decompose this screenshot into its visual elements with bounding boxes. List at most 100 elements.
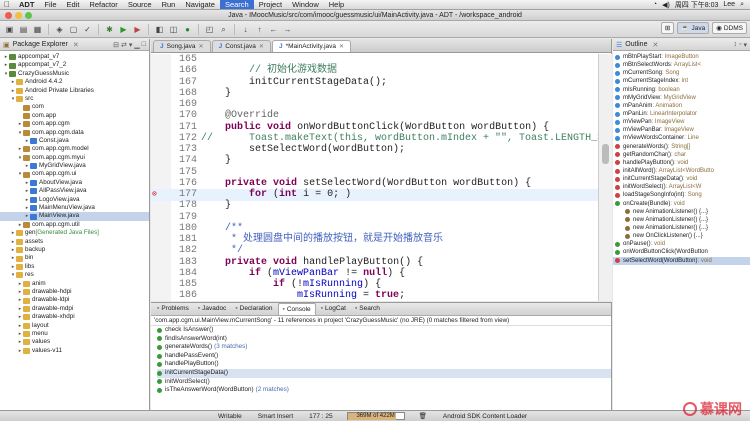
editor-body[interactable]: 165 166 // 初始化游戏数据 167 initCurrentStageDat… [151,54,612,301]
tree-item[interactable]: ▸ MainView.java [0,212,149,221]
gc-icon[interactable]: 🗑 [411,412,435,420]
outline-item[interactable]: mViewPanBar : ImageView [613,126,750,134]
tree-item[interactable]: ▾ com.app.cgm.ui [0,170,149,178]
menu-item-file[interactable]: File [39,0,61,9]
tree-item[interactable]: ▾ res [0,271,149,279]
search-result-item[interactable]: initCurrentStageData() [157,368,611,378]
outline-item[interactable]: initCurrentStageData() : void [613,175,750,183]
new-package-icon[interactable]: ◫ [168,24,179,35]
package-explorer-tab[interactable]: ▣ Package Explorer ✕ ⊟ ⇄ ▾ ▁ □ [0,39,149,51]
outline-item[interactable]: mViewWordsContainer : Line [613,134,750,142]
tree-item[interactable]: ▸ MainMenuView.java [0,204,149,212]
editor-scrollbar[interactable] [598,54,612,301]
search-result-item[interactable]: isTheAnswerWord(WordButton) (2 matches) [157,386,611,395]
outline-item[interactable]: mCurrentStageIndex : int [613,77,750,85]
outline-item[interactable]: new AnimationListener() {...} [613,224,750,232]
perspective-java[interactable]: ☕ Java [677,22,710,34]
heap-status[interactable]: 369M of 422M [346,412,405,420]
outline-item[interactable]: mCurrentSong : Song [613,69,750,77]
search-result-item[interactable]: handlePassEvent() [157,352,611,361]
outline-item[interactable]: onPause() : void [613,240,750,248]
tree-item[interactable]: ▾ src [0,95,149,103]
new-icon[interactable]: ▣ [4,24,15,35]
code-line[interactable]: 174 } [151,155,598,167]
tree-item[interactable]: ▸ bin [0,254,149,262]
sdk-manager-icon[interactable]: ◈ [54,24,65,35]
code-line[interactable]: 176 private void setSelectWord(WordButto… [151,178,598,190]
tree-item[interactable]: ▸ libs [0,263,149,271]
tree-item[interactable]: ▸ drawable-mdpi [0,305,149,313]
close-icon[interactable]: ✕ [73,41,79,49]
search-result-item[interactable]: generateWords() (3 matches) [157,343,611,352]
tree-item[interactable]: ▸ com.app.cgm.util [0,221,149,229]
tree-item[interactable]: ▸ menu [0,330,149,338]
outline-item[interactable]: onWordButtonClick(WordButton [613,248,750,256]
outline-item[interactable]: getRandomChar() : char [613,151,750,159]
outline-item[interactable]: mPanAnim : Animation [613,102,750,110]
bottom-tab-logcat[interactable]: ▪ LogCat [317,303,350,315]
tree-item[interactable]: ▸ Android 4.4.2 [0,78,149,86]
code-line[interactable]: 184 if (mViewPanBar != null) { [151,268,598,280]
tree-item[interactable]: ▸ drawable-hdpi [0,288,149,296]
perspective-ddms[interactable]: ◉ DDMS [712,22,747,34]
menu-item-window[interactable]: Window [287,0,324,9]
tree-item[interactable]: ▸ AboutView.java [0,179,149,187]
apple-icon[interactable]:  [4,0,14,9]
code-line[interactable]: 182 */ [151,245,598,257]
hide-fields-icon[interactable]: ◦ [739,41,741,49]
tree-item[interactable]: ▸ Const.java [0,137,149,145]
volume-icon[interactable]: ◀) [662,1,670,9]
code-line[interactable]: 171 public void onWordButtonClick(WordBu… [151,122,598,134]
outline-item[interactable]: onCreate(Bundle) : void [613,200,750,208]
tree-item[interactable]: ▸ drawable-ldpi [0,296,149,304]
outline-item[interactable]: setSelectWord(WordButton) : void [613,256,750,265]
search-icon[interactable]: ⌕ [218,24,229,35]
code-line[interactable]: 175 [151,167,598,179]
tree-item[interactable]: ▸ layout [0,322,149,330]
scrollbar-thumb[interactable] [602,144,609,164]
run-icon[interactable]: ▶ [118,24,129,35]
outline-item[interactable]: mViewPan : ImageView [613,118,750,126]
bottom-tab-problems[interactable]: ▪ Problems [153,303,193,315]
back-icon[interactable]: ← [268,24,279,35]
editor-tab[interactable]: J *MainActivity.java ✕ [271,40,352,52]
code-line[interactable]: 168 } [151,88,598,100]
code-line[interactable]: 166 // 初始化游戏数据 [151,65,598,77]
tree-item[interactable]: ▸ LogoView.java [0,196,149,204]
tree-item[interactable]: ▸ com.app.cgm [0,120,149,128]
menu-item-project[interactable]: Project [254,0,287,9]
close-tab-icon[interactable]: ✕ [259,41,264,53]
bottom-tab-declaration[interactable]: ▪ Declaration [231,303,276,315]
outline-item[interactable]: generateWords() : String[] [613,143,750,151]
avd-manager-icon[interactable]: ▢ [68,24,79,35]
new-java-project-icon[interactable]: ◧ [154,24,165,35]
zoom-window-icon[interactable] [25,12,32,19]
tree-item[interactable]: ▸ backup [0,246,149,254]
tree-item[interactable]: com.app [0,112,149,120]
open-type-icon[interactable]: ◰ [204,24,215,35]
tree-item[interactable]: ▸ anim [0,280,149,288]
menu-app[interactable]: ADT [14,0,39,9]
tree-item[interactable]: ▾ com.app.cgm.data [0,129,149,137]
code-line[interactable]: 180 /** [151,223,598,235]
menu-item-run[interactable]: Run [157,0,181,9]
save-icon[interactable]: ▤ [18,24,29,35]
outline-item[interactable]: new AnimationListener() {...} [613,216,750,224]
code-line[interactable]: 186 mIsRunning = true; [151,290,598,301]
external-tools-icon[interactable]: ▶ [132,24,143,35]
outline-item[interactable]: mPanLin : LinearInterpolator [613,110,750,118]
tree-item[interactable]: ▸ appcompat_v7 [0,53,149,61]
error-marker-icon[interactable]: ⊗ [152,189,157,201]
maximize-icon[interactable]: □ [142,41,146,49]
editor-tab[interactable]: J Const.java ✕ [211,40,271,53]
forward-icon[interactable]: → [282,24,293,35]
lint-icon[interactable]: ✓ [82,24,93,35]
collapse-all-icon[interactable]: ⊟ [113,41,119,49]
outline-item[interactable]: new AnimationListener() {...} [613,208,750,216]
close-window-icon[interactable] [5,12,12,19]
code-line[interactable]: 183 private void handlePlayButton() { [151,257,598,269]
annotation-next-icon[interactable]: ↓ [240,24,251,35]
outline-tab[interactable]: ☰ Outline ✕ ↕ ◦ ▾ [613,39,750,51]
tree-item[interactable]: ▸ values [0,338,149,346]
tree-item[interactable]: ▾ CrazyGuessMusic [0,70,149,78]
